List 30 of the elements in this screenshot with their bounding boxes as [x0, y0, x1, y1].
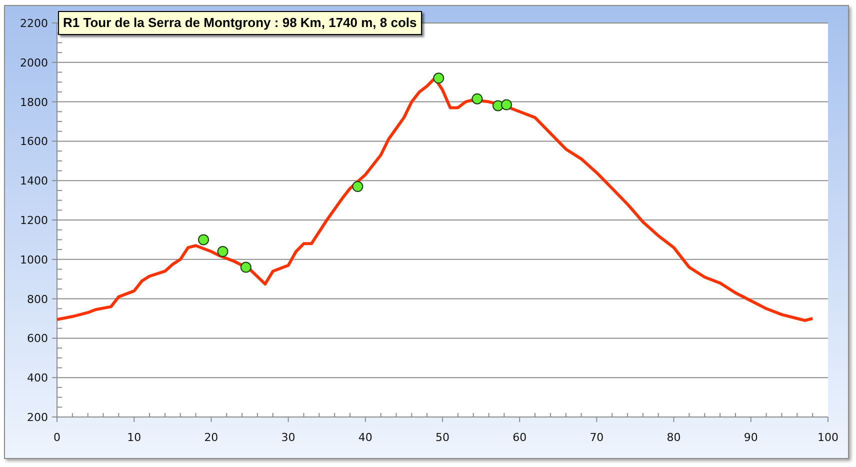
x-tick-label: 30 — [281, 431, 296, 444]
y-tick-label: 1400 — [20, 174, 48, 188]
x-tick-label: 10 — [127, 431, 142, 444]
point — [500, 99, 512, 110]
point — [352, 181, 364, 192]
x-tick-label: 20 — [204, 431, 218, 444]
y-tick-label: 800 — [27, 292, 48, 306]
x-tick-label: 100 — [818, 431, 838, 444]
x-tick-label: 60 — [512, 431, 527, 444]
x-tick-label: 50 — [436, 431, 450, 444]
x-tick-label: 90 — [744, 431, 758, 444]
x-tick-label: 0 — [54, 431, 60, 444]
y-tick-label: 2200 — [20, 17, 48, 30]
x-tick-label: 70 — [590, 431, 604, 444]
point — [240, 262, 252, 273]
y-tick-label: 200 — [27, 411, 48, 424]
y-tick-label: 1800 — [20, 96, 48, 109]
y-tick-label: 600 — [27, 332, 48, 346]
y-tick-label: 400 — [27, 372, 48, 385]
y-tick-label: 2000 — [20, 56, 48, 70]
y-tick-label: 1200 — [20, 214, 48, 227]
point — [198, 234, 209, 246]
x-tick-label: 40 — [358, 431, 372, 444]
point — [472, 93, 483, 104]
x-tick-label: 80 — [666, 431, 681, 444]
y-tick-label: 1600 — [20, 135, 48, 148]
point — [217, 246, 228, 258]
y-tick-label: 1000 — [20, 253, 48, 266]
point — [433, 72, 444, 84]
chart-title: R1 Tour de la Serra de Montgrony : 98 Km, 1740 m, 8 cols — [58, 11, 422, 34]
